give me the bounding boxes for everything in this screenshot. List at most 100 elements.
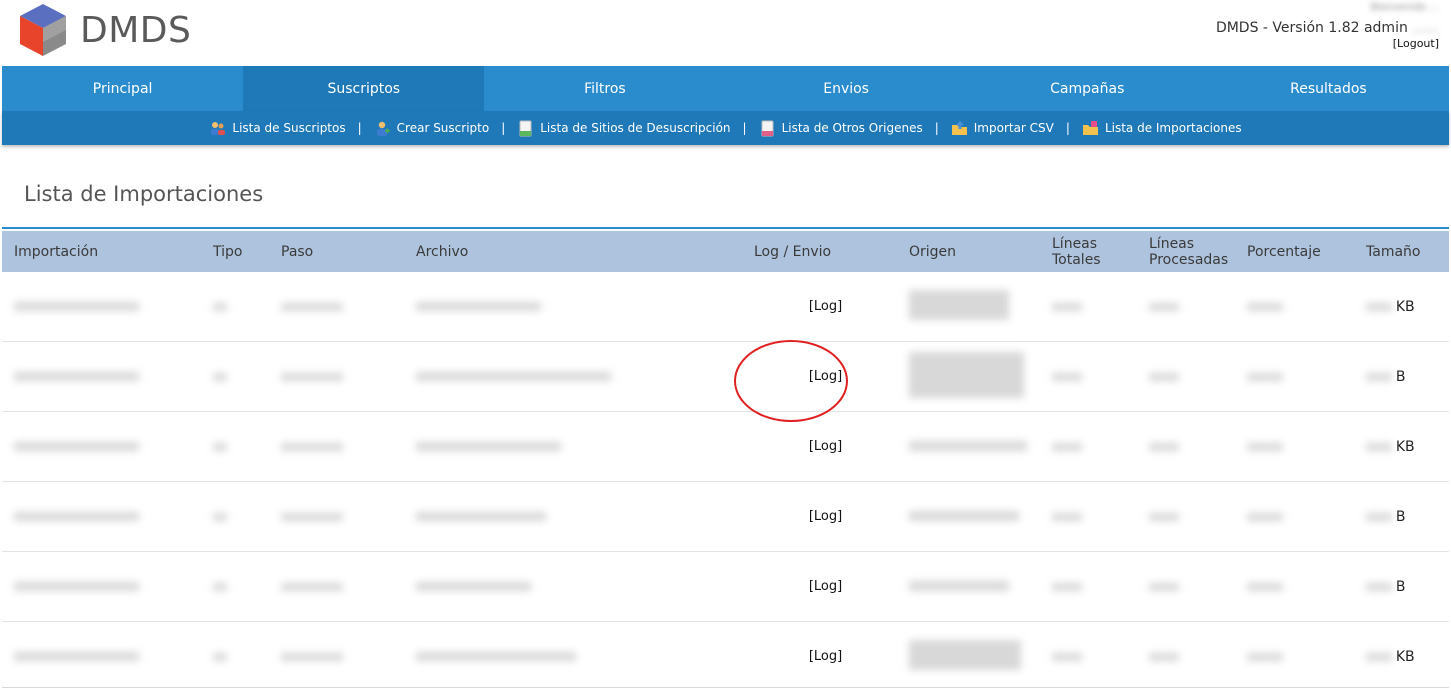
subnav-label: Lista de Suscriptos [232, 121, 346, 135]
cell-importacion [2, 481, 201, 552]
table-row: [Log] KB [2, 622, 1449, 692]
log-link[interactable]: [Log] [809, 509, 842, 524]
cell-archivo [404, 272, 742, 342]
main-nav: Principal Suscriptos Filtros Envios Camp… [2, 66, 1449, 111]
size-unit: B [1395, 508, 1406, 525]
cube-logo-icon [20, 4, 66, 56]
cell-porcentaje [1235, 551, 1354, 622]
logout-link[interactable]: [Logout] [1216, 37, 1439, 50]
cell-importacion [2, 411, 201, 482]
cell-tamano: KB [1354, 272, 1449, 342]
col-log[interactable]: Log / Envio [742, 231, 897, 272]
size-unit: KB [1395, 298, 1415, 315]
cell-lineas-procesadas [1137, 551, 1235, 622]
subnav-lista-importaciones[interactable]: Lista de Importaciones [1082, 120, 1242, 137]
table-row: [Log] KB [2, 411, 1449, 482]
log-link[interactable]: [Log] [809, 369, 842, 384]
cell-paso [269, 272, 404, 342]
document-pink-icon [761, 120, 774, 136]
tab-principal[interactable]: Principal [2, 66, 243, 111]
size-unit: B [1395, 578, 1406, 595]
subnav-importar-csv[interactable]: Importar CSV [951, 120, 1054, 137]
table-row: [Log] B [2, 481, 1449, 552]
cell-lineas-totales [1040, 481, 1137, 552]
subnav-sitios-desuscripcion[interactable]: Lista de Sitios de Desuscripción [517, 120, 731, 137]
cell-log: [Log] [742, 551, 897, 622]
title-divider [2, 227, 1449, 229]
log-link[interactable]: [Log] [809, 649, 842, 664]
cell-paso [269, 411, 404, 482]
cell-archivo [404, 481, 742, 552]
col-paso[interactable]: Paso [269, 231, 404, 272]
cell-paso [269, 551, 404, 622]
subnav-crear-suscripto[interactable]: Crear Suscripto [374, 120, 489, 137]
size-unit: KB [1395, 648, 1415, 665]
cell-log: [Log] [742, 411, 897, 482]
subnav-lista-suscriptos[interactable]: Lista de Suscriptos [209, 120, 346, 137]
cell-lineas-totales [1040, 272, 1137, 342]
cell-porcentaje [1235, 341, 1354, 412]
log-link[interactable]: [Log] [809, 439, 842, 454]
cell-tamano: B [1354, 481, 1449, 552]
tab-filtros[interactable]: Filtros [484, 66, 725, 111]
subnav-separator: | [357, 121, 362, 135]
tab-resultados[interactable]: Resultados [1208, 66, 1449, 111]
cell-tamano: B [1354, 551, 1449, 622]
cell-porcentaje [1235, 481, 1354, 552]
table-bottom-border [2, 687, 1449, 688]
col-archivo[interactable]: Archivo [404, 231, 742, 272]
cell-origen [897, 411, 1040, 482]
imports-table: Importación Tipo Paso Archivo Log / Envi… [2, 231, 1449, 691]
tab-suscriptos[interactable]: Suscriptos [243, 66, 485, 111]
cell-origen [897, 341, 1040, 412]
cell-tipo [201, 481, 269, 552]
cell-origen [897, 272, 1040, 342]
tab-envios[interactable]: Envios [726, 66, 967, 111]
col-tipo[interactable]: Tipo [201, 231, 269, 272]
folder-import-icon [951, 120, 967, 135]
cell-tipo [201, 411, 269, 482]
cell-tamano: KB [1354, 411, 1449, 482]
header-text: Procesadas [1149, 251, 1229, 268]
col-lineas-procesadas[interactable]: Líneas Procesadas [1137, 231, 1235, 272]
cell-tamano: B [1354, 341, 1449, 412]
cell-origen [897, 622, 1040, 692]
cell-log: [Log] [742, 481, 897, 552]
dmds-logo[interactable]: DMDS [18, 2, 191, 58]
app-header: DMDS Bienvenido ... DMDS - Versión 1.82 … [0, 0, 1451, 65]
cell-lineas-procesadas [1137, 341, 1235, 412]
cell-porcentaje [1235, 272, 1354, 342]
cell-archivo [404, 622, 742, 692]
col-tamano[interactable]: Tamaño [1354, 231, 1449, 272]
table-row: [Log] B [2, 341, 1449, 412]
cell-lineas-procesadas [1137, 411, 1235, 482]
cell-importacion [2, 551, 201, 622]
user-greeting: Bienvenido ... [1370, 2, 1440, 13]
subnav-separator: | [1065, 121, 1070, 135]
table-header-row: Importación Tipo Paso Archivo Log / Envi… [2, 231, 1449, 272]
col-lineas-totales[interactable]: Líneas Totales [1040, 231, 1137, 272]
log-link[interactable]: [Log] [809, 299, 842, 314]
col-importacion[interactable]: Importación [2, 231, 201, 272]
cell-tamano: KB [1354, 622, 1449, 692]
tab-campanas[interactable]: Campañas [967, 66, 1208, 111]
cell-lineas-totales [1040, 341, 1137, 412]
log-link[interactable]: [Log] [809, 579, 842, 594]
col-porcentaje[interactable]: Porcentaje [1235, 231, 1354, 272]
add-user-icon [376, 121, 390, 136]
header-text: Líneas [1052, 235, 1098, 252]
cell-origen [897, 551, 1040, 622]
cell-paso [269, 622, 404, 692]
subnav-separator: | [742, 121, 747, 135]
subnav-label: Lista de Importaciones [1104, 121, 1242, 135]
cell-paso [269, 341, 404, 412]
user-area: Bienvenido ... DMDS - Versión 1.82 admin… [1216, 2, 1439, 50]
cell-lineas-totales [1040, 622, 1137, 692]
subnav-label: Importar CSV [973, 121, 1054, 135]
subnav-separator: | [501, 121, 506, 135]
cell-log: [Log] [742, 341, 897, 412]
users-icon [211, 121, 226, 135]
user-name: ...... [1412, 20, 1439, 36]
col-origen[interactable]: Origen [897, 231, 1040, 272]
subnav-otros-origenes[interactable]: Lista de Otros Origenes [759, 120, 923, 137]
